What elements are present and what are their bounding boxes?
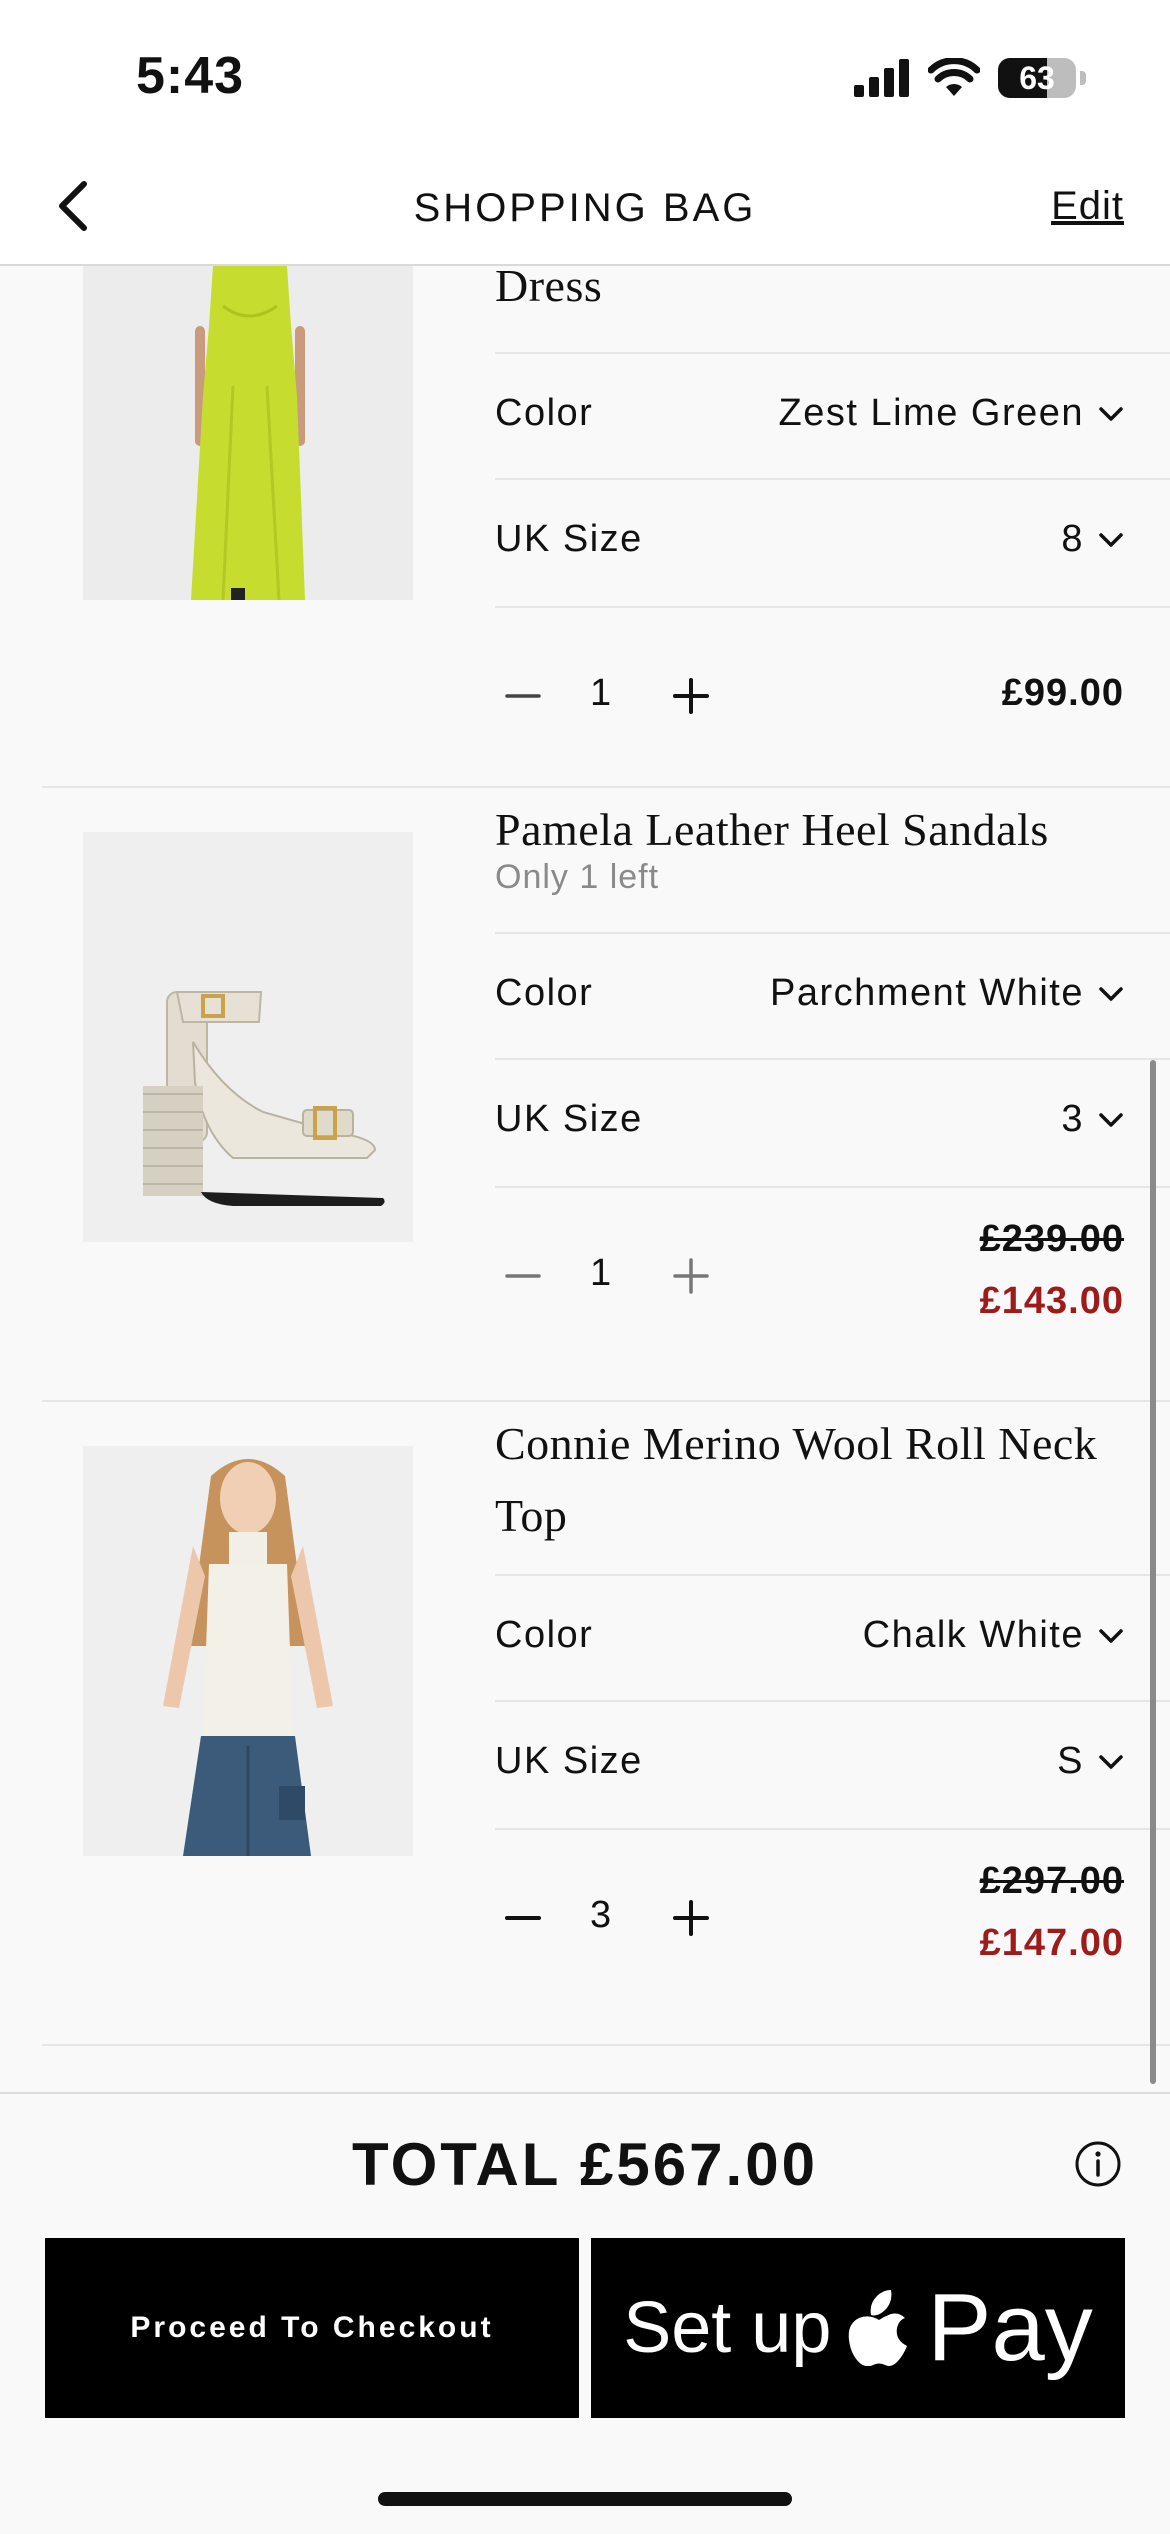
- quantity-value: 1: [590, 1252, 612, 1294]
- chevron-down-icon: [1099, 406, 1123, 421]
- product-image[interactable]: [83, 1446, 413, 1856]
- quantity-row: 1 £239.00 £143.00: [495, 1186, 1170, 1364]
- plus-icon: [673, 1258, 709, 1294]
- color-selector[interactable]: Color Zest Lime Green: [495, 352, 1170, 480]
- checkout-footer: TOTAL £567.00 Proceed To Checkout Set up…: [0, 2092, 1170, 2534]
- scrollbar[interactable]: [1150, 1060, 1156, 2084]
- color-selector[interactable]: Color Parchment White: [495, 932, 1170, 1060]
- plus-icon: [673, 678, 709, 714]
- bag-item: Pamela Leather Heel Sandals Only 1 left …: [0, 788, 1170, 1402]
- order-total: TOTAL £567.00: [352, 2131, 818, 2198]
- price: £99.00: [1001, 672, 1124, 714]
- size-selector[interactable]: UK Size 8: [495, 478, 1170, 606]
- bag-item: Dress Color Zest Lime Green UK Size 8 1 …: [0, 266, 1170, 788]
- white-heel-sandal-icon: [83, 832, 413, 1242]
- color-value-text: Zest Lime Green: [778, 392, 1084, 434]
- color-value: Zest Lime Green: [779, 392, 1125, 435]
- quantity-value: 1: [590, 672, 612, 714]
- size-value-text: 8: [1061, 518, 1084, 560]
- increase-quantity-button[interactable]: [663, 1248, 719, 1304]
- white-roll-neck-top-icon: [83, 1446, 413, 1856]
- size-label: UK Size: [495, 518, 643, 560]
- status-bar: 5:43 63: [0, 0, 1170, 150]
- chevron-down-icon: [1099, 1112, 1123, 1127]
- color-value: Parchment White: [770, 972, 1124, 1015]
- original-price: £297.00: [979, 1860, 1124, 1902]
- color-label: Color: [495, 1614, 594, 1656]
- chevron-down-icon: [1099, 1628, 1123, 1643]
- original-price: £239.00: [979, 1218, 1124, 1260]
- info-icon: [1075, 2141, 1121, 2187]
- size-value-text: 3: [1061, 1098, 1084, 1140]
- size-selector[interactable]: UK Size S: [495, 1700, 1170, 1828]
- battery-icon: 63: [998, 58, 1076, 98]
- increase-quantity-button[interactable]: [663, 1890, 719, 1946]
- chevron-down-icon: [1099, 986, 1123, 1001]
- product-name[interactable]: Pamela Leather Heel Sandals: [495, 794, 1110, 866]
- size-label: UK Size: [495, 1098, 643, 1140]
- bag-item: Connie Merino Wool Roll Neck Top Color C…: [0, 1402, 1170, 2046]
- plus-icon: [673, 1900, 709, 1936]
- color-value-text: Chalk White: [862, 1614, 1084, 1656]
- size-value: 8: [1061, 518, 1124, 561]
- size-value-text: S: [1057, 1740, 1084, 1782]
- size-value: 3: [1061, 1098, 1124, 1141]
- page-title: SHOPPING BAG: [413, 186, 757, 230]
- chevron-down-icon: [1099, 1754, 1123, 1769]
- lime-slip-dress-icon: [83, 266, 413, 600]
- apple-pay-setup-label: Set up: [623, 2288, 832, 2368]
- quantity-row: 1 £99.00: [495, 606, 1170, 784]
- sale-price: £147.00: [979, 1922, 1124, 1964]
- apple-pay-setup-button[interactable]: Set up Pay: [591, 2238, 1125, 2418]
- product-name[interactable]: Dress: [495, 266, 1110, 322]
- color-label: Color: [495, 972, 594, 1014]
- item-divider: [42, 2044, 1170, 2046]
- decrease-quantity-button[interactable]: [495, 1890, 551, 1946]
- status-icons: 63: [854, 52, 1086, 104]
- color-label: Color: [495, 392, 594, 434]
- sale-price: £143.00: [979, 1280, 1124, 1322]
- minus-icon: [505, 694, 541, 698]
- increase-quantity-button[interactable]: [663, 668, 719, 724]
- nav-header: SHOPPING BAG Edit: [0, 150, 1170, 266]
- home-indicator[interactable]: [378, 2492, 792, 2506]
- minus-icon: [505, 1916, 541, 1920]
- info-button[interactable]: [1074, 2140, 1122, 2188]
- signal-icon: [854, 59, 909, 97]
- color-value: Chalk White: [863, 1614, 1124, 1657]
- bag-item-list[interactable]: Dress Color Zest Lime Green UK Size 8 1 …: [0, 266, 1170, 2090]
- proceed-to-checkout-button[interactable]: Proceed To Checkout: [45, 2238, 579, 2418]
- minus-icon: [505, 1274, 541, 1278]
- product-name[interactable]: Connie Merino Wool Roll Neck Top: [495, 1408, 1110, 1552]
- size-value: S: [1057, 1740, 1124, 1783]
- battery-cap: [1080, 71, 1086, 85]
- quantity-row: 3 £297.00 £147.00: [495, 1828, 1170, 2006]
- edit-button[interactable]: Edit: [1051, 184, 1124, 229]
- product-image[interactable]: [83, 832, 413, 1242]
- color-selector[interactable]: Color Chalk White: [495, 1574, 1170, 1702]
- apple-logo-icon: [849, 2290, 908, 2366]
- quantity-value: 3: [590, 1894, 612, 1936]
- chevron-down-icon: [1099, 532, 1123, 547]
- product-image[interactable]: [83, 266, 413, 600]
- battery-level: 63: [1019, 60, 1055, 96]
- decrease-quantity-button[interactable]: [495, 1248, 551, 1304]
- size-label: UK Size: [495, 1740, 643, 1782]
- size-selector[interactable]: UK Size 3: [495, 1058, 1170, 1186]
- status-time: 5:43: [136, 47, 245, 105]
- wifi-icon: [928, 58, 980, 96]
- apple-pay-label: Pay: [927, 2274, 1093, 2381]
- color-value-text: Parchment White: [770, 972, 1084, 1014]
- decrease-quantity-button[interactable]: [495, 668, 551, 724]
- stock-notice: Only 1 left: [495, 858, 660, 896]
